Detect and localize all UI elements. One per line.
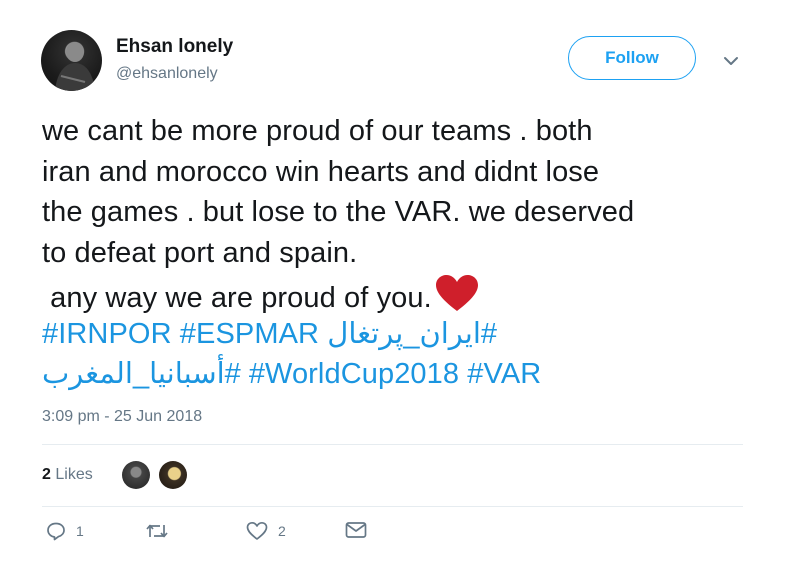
divider: [42, 444, 743, 445]
likes-label: Likes: [55, 466, 93, 483]
red-heart-emoji: [435, 275, 478, 311]
retweet-icon: [146, 524, 168, 538]
reply-button[interactable]: 1: [46, 521, 84, 541]
hashtag-line: #IRNPOR #ESPMAR #ایران_پرتغال: [42, 314, 752, 355]
tweet-line: iran and morocco win hearts and didnt lo…: [42, 155, 600, 188]
tweet-header: Ehsan lonely @ehsanlonely Follow: [41, 30, 743, 92]
hashtag-line: #أسبانيا_المغرب #WorldCup2018 #VAR: [42, 354, 752, 395]
tweet-line-with-heart: any way we are proud of you.: [42, 273, 752, 314]
user-handle[interactable]: @ehsanlonely: [116, 65, 218, 83]
tweet-line: any way we are proud of you.: [42, 282, 432, 314]
retweet-button[interactable]: [145, 521, 179, 541]
tweet-actions: 1 2: [42, 521, 382, 549]
caret-down-icon[interactable]: [723, 54, 739, 68]
like-icon: [246, 521, 268, 540]
divider: [42, 506, 743, 507]
hashtag-link[interactable]: #ایران_پرتغال: [327, 318, 497, 350]
hashtag-link[interactable]: #VAR: [467, 358, 541, 390]
like-count: 2: [278, 523, 286, 539]
like-button[interactable]: 2: [246, 521, 286, 541]
liker-avatar[interactable]: [122, 461, 150, 489]
tweet-line: we cant be more proud of our teams . bot…: [42, 115, 593, 147]
likes-count: 2: [42, 466, 51, 483]
message-icon: [345, 522, 367, 538]
liker-avatar[interactable]: [159, 461, 187, 489]
hashtag-link[interactable]: #IRNPOR: [42, 318, 172, 350]
tweet-line: the games . but lose to the VAR. we dese…: [42, 196, 635, 228]
hashtag-link[interactable]: #أسبانيا_المغرب: [42, 358, 241, 390]
tweet-line: to defeat port and spain.: [42, 236, 358, 269]
follow-button[interactable]: Follow: [568, 36, 696, 80]
tweet-timestamp[interactable]: 3:09 pm - 25 Jun 2018: [42, 408, 202, 426]
reply-count: 1: [76, 523, 84, 539]
user-avatar[interactable]: [41, 30, 102, 91]
hashtag-link[interactable]: #ESPMAR: [180, 318, 319, 350]
direct-message-button[interactable]: [345, 521, 367, 539]
tweet-text: we cant be more proud of our teams . bot…: [42, 111, 752, 395]
display-name[interactable]: Ehsan lonely: [116, 36, 233, 58]
avatar-image: [55, 42, 95, 91]
hashtag-link[interactable]: #WorldCup2018: [249, 358, 459, 390]
likes-count-link[interactable]: 2 Likes: [42, 466, 93, 484]
reply-icon: [47, 522, 65, 541]
